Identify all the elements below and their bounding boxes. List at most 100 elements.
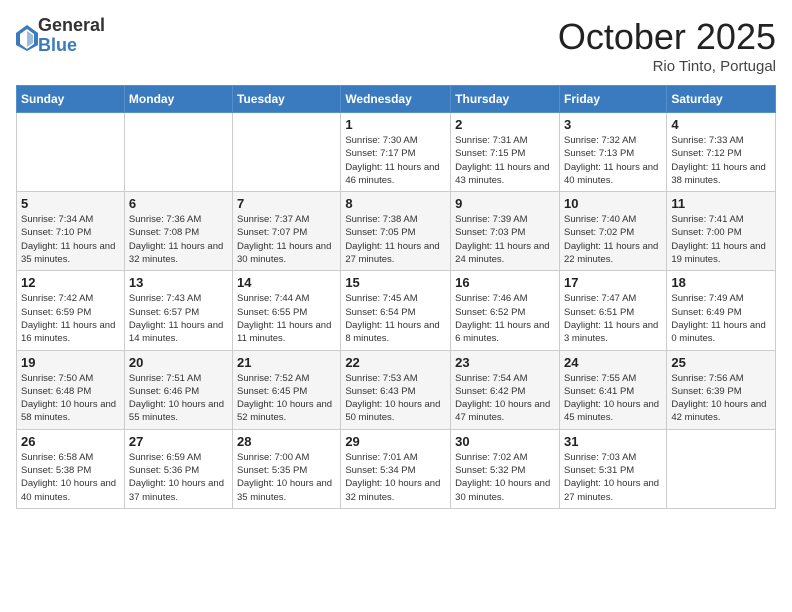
calendar-cell: 23 Sunrise: 7:54 AM Sunset: 6:42 PM Dayli… <box>451 350 560 429</box>
day-number: 13 <box>129 275 228 290</box>
calendar-cell: 25Sunrise: 7:56 AM Sunset: 6:39 PM Dayli… <box>667 350 776 429</box>
calendar-cell: 14 Sunrise: 7:44 AM Sunset: 6:55 PM Dayli… <box>233 271 341 350</box>
day-number: 12 <box>21 275 120 290</box>
day-info: Sunrise: 7:46 AM Sunset: 6:52 PM Dayligh… <box>455 292 555 345</box>
day-number: 10 <box>564 196 662 211</box>
calendar-cell: 5 Sunrise: 7:34 AM Sunset: 7:10 PM Daylig… <box>17 192 125 271</box>
day-number: 18 <box>671 275 771 290</box>
calendar-cell: 15 Sunrise: 7:45 AM Sunset: 6:54 PM Dayli… <box>341 271 451 350</box>
calendar-cell: 28 Sunrise: 7:00 AM Sunset: 5:35 PM Dayli… <box>233 429 341 508</box>
day-info: Sunrise: 7:39 AM Sunset: 7:03 PM Dayligh… <box>455 213 555 266</box>
calendar-cell: 2 Sunrise: 7:31 AM Sunset: 7:15 PM Daylig… <box>451 113 560 192</box>
day-header-tuesday: Tuesday <box>233 86 341 113</box>
day-info: Sunrise: 7:31 AM Sunset: 7:15 PM Dayligh… <box>455 134 555 187</box>
calendar-cell: 3 Sunrise: 7:32 AM Sunset: 7:13 PM Daylig… <box>559 113 666 192</box>
calendar-cell: 31 Sunrise: 7:03 AM Sunset: 5:31 PM Dayli… <box>559 429 666 508</box>
day-number: 21 <box>237 355 336 370</box>
day-info: Sunrise: 7:40 AM Sunset: 7:02 PM Dayligh… <box>564 213 662 266</box>
day-number: 6 <box>129 196 228 211</box>
calendar-cell: 22 Sunrise: 7:53 AM Sunset: 6:43 PM Dayli… <box>341 350 451 429</box>
day-info: Sunrise: 7:55 AM Sunset: 6:41 PM Dayligh… <box>564 372 662 425</box>
day-number: 15 <box>345 275 446 290</box>
day-info: Sunrise: 7:03 AM Sunset: 5:31 PM Dayligh… <box>564 451 662 504</box>
calendar-cell: 6 Sunrise: 7:36 AM Sunset: 7:08 PM Daylig… <box>124 192 232 271</box>
day-info: Sunrise: 7:44 AM Sunset: 6:55 PM Dayligh… <box>237 292 336 345</box>
calendar-cell: 13Sunrise: 7:43 AM Sunset: 6:57 PM Dayli… <box>124 271 232 350</box>
calendar-cell: 19Sunrise: 7:50 AM Sunset: 6:48 PM Dayli… <box>17 350 125 429</box>
day-info: Sunrise: 7:36 AM Sunset: 7:08 PM Dayligh… <box>129 213 228 266</box>
day-header-saturday: Saturday <box>667 86 776 113</box>
day-number: 29 <box>345 434 446 449</box>
calendar-week-row: 19Sunrise: 7:50 AM Sunset: 6:48 PM Dayli… <box>17 350 776 429</box>
calendar-cell <box>233 113 341 192</box>
logo-general: General <box>38 16 105 36</box>
page-header: General Blue October 2025 Rio Tinto, Por… <box>16 16 776 75</box>
logo-blue: Blue <box>38 36 105 56</box>
day-number: 5 <box>21 196 120 211</box>
calendar-cell: 8 Sunrise: 7:38 AM Sunset: 7:05 PM Daylig… <box>341 192 451 271</box>
calendar-cell: 12 Sunrise: 7:42 AM Sunset: 6:59 PM Dayli… <box>17 271 125 350</box>
day-number: 4 <box>671 117 771 132</box>
day-number: 11 <box>671 196 771 211</box>
calendar-cell: 30 Sunrise: 7:02 AM Sunset: 5:32 PM Dayli… <box>451 429 560 508</box>
day-info: Sunrise: 7:33 AM Sunset: 7:12 PM Dayligh… <box>671 134 771 187</box>
calendar-week-row: 5 Sunrise: 7:34 AM Sunset: 7:10 PM Daylig… <box>17 192 776 271</box>
calendar-week-row: 26 Sunrise: 6:58 AM Sunset: 5:38 PM Dayli… <box>17 429 776 508</box>
logo-icon <box>16 25 34 47</box>
day-info: Sunrise: 7:50 AM Sunset: 6:48 PM Dayligh… <box>21 372 120 425</box>
calendar-cell: 29 Sunrise: 7:01 AM Sunset: 5:34 PM Dayli… <box>341 429 451 508</box>
day-number: 14 <box>237 275 336 290</box>
calendar-cell: 9Sunrise: 7:39 AM Sunset: 7:03 PM Daylig… <box>451 192 560 271</box>
day-number: 23 <box>455 355 555 370</box>
calendar-cell <box>667 429 776 508</box>
day-info: Sunrise: 6:58 AM Sunset: 5:38 PM Dayligh… <box>21 451 120 504</box>
calendar-cell: 27Sunrise: 6:59 AM Sunset: 5:36 PM Dayli… <box>124 429 232 508</box>
day-number: 8 <box>345 196 446 211</box>
day-number: 28 <box>237 434 336 449</box>
calendar-header-row: SundayMondayTuesdayWednesdayThursdayFrid… <box>17 86 776 113</box>
day-info: Sunrise: 7:00 AM Sunset: 5:35 PM Dayligh… <box>237 451 336 504</box>
title-block: October 2025 Rio Tinto, Portugal <box>558 16 776 75</box>
calendar-cell: 21Sunrise: 7:52 AM Sunset: 6:45 PM Dayli… <box>233 350 341 429</box>
day-number: 20 <box>129 355 228 370</box>
day-info: Sunrise: 7:41 AM Sunset: 7:00 PM Dayligh… <box>671 213 771 266</box>
calendar-cell: 4 Sunrise: 7:33 AM Sunset: 7:12 PM Daylig… <box>667 113 776 192</box>
day-info: Sunrise: 7:53 AM Sunset: 6:43 PM Dayligh… <box>345 372 446 425</box>
day-info: Sunrise: 7:01 AM Sunset: 5:34 PM Dayligh… <box>345 451 446 504</box>
calendar-cell: 10 Sunrise: 7:40 AM Sunset: 7:02 PM Dayli… <box>559 192 666 271</box>
calendar-cell <box>17 113 125 192</box>
calendar-cell: 24 Sunrise: 7:55 AM Sunset: 6:41 PM Dayli… <box>559 350 666 429</box>
day-info: Sunrise: 7:42 AM Sunset: 6:59 PM Dayligh… <box>21 292 120 345</box>
calendar-cell: 18Sunrise: 7:49 AM Sunset: 6:49 PM Dayli… <box>667 271 776 350</box>
day-number: 30 <box>455 434 555 449</box>
location-subtitle: Rio Tinto, Portugal <box>558 58 776 75</box>
day-number: 26 <box>21 434 120 449</box>
day-header-monday: Monday <box>124 86 232 113</box>
logo: General Blue <box>16 16 105 56</box>
day-info: Sunrise: 7:34 AM Sunset: 7:10 PM Dayligh… <box>21 213 120 266</box>
day-number: 16 <box>455 275 555 290</box>
day-header-thursday: Thursday <box>451 86 560 113</box>
calendar-cell: 7Sunrise: 7:37 AM Sunset: 7:07 PM Daylig… <box>233 192 341 271</box>
calendar-cell: 11 Sunrise: 7:41 AM Sunset: 7:00 PM Dayli… <box>667 192 776 271</box>
day-info: Sunrise: 7:32 AM Sunset: 7:13 PM Dayligh… <box>564 134 662 187</box>
day-number: 31 <box>564 434 662 449</box>
day-number: 3 <box>564 117 662 132</box>
day-info: Sunrise: 7:02 AM Sunset: 5:32 PM Dayligh… <box>455 451 555 504</box>
day-info: Sunrise: 7:45 AM Sunset: 6:54 PM Dayligh… <box>345 292 446 345</box>
calendar-cell <box>124 113 232 192</box>
day-number: 24 <box>564 355 662 370</box>
day-number: 22 <box>345 355 446 370</box>
calendar-table: SundayMondayTuesdayWednesdayThursdayFrid… <box>16 85 776 509</box>
day-header-friday: Friday <box>559 86 666 113</box>
day-number: 17 <box>564 275 662 290</box>
day-info: Sunrise: 7:30 AM Sunset: 7:17 PM Dayligh… <box>345 134 446 187</box>
calendar-cell: 17Sunrise: 7:47 AM Sunset: 6:51 PM Dayli… <box>559 271 666 350</box>
day-number: 25 <box>671 355 771 370</box>
day-number: 2 <box>455 117 555 132</box>
calendar-cell: 1Sunrise: 7:30 AM Sunset: 7:17 PM Daylig… <box>341 113 451 192</box>
calendar-week-row: 1Sunrise: 7:30 AM Sunset: 7:17 PM Daylig… <box>17 113 776 192</box>
day-number: 27 <box>129 434 228 449</box>
day-info: Sunrise: 7:54 AM Sunset: 6:42 PM Dayligh… <box>455 372 555 425</box>
day-info: Sunrise: 7:38 AM Sunset: 7:05 PM Dayligh… <box>345 213 446 266</box>
